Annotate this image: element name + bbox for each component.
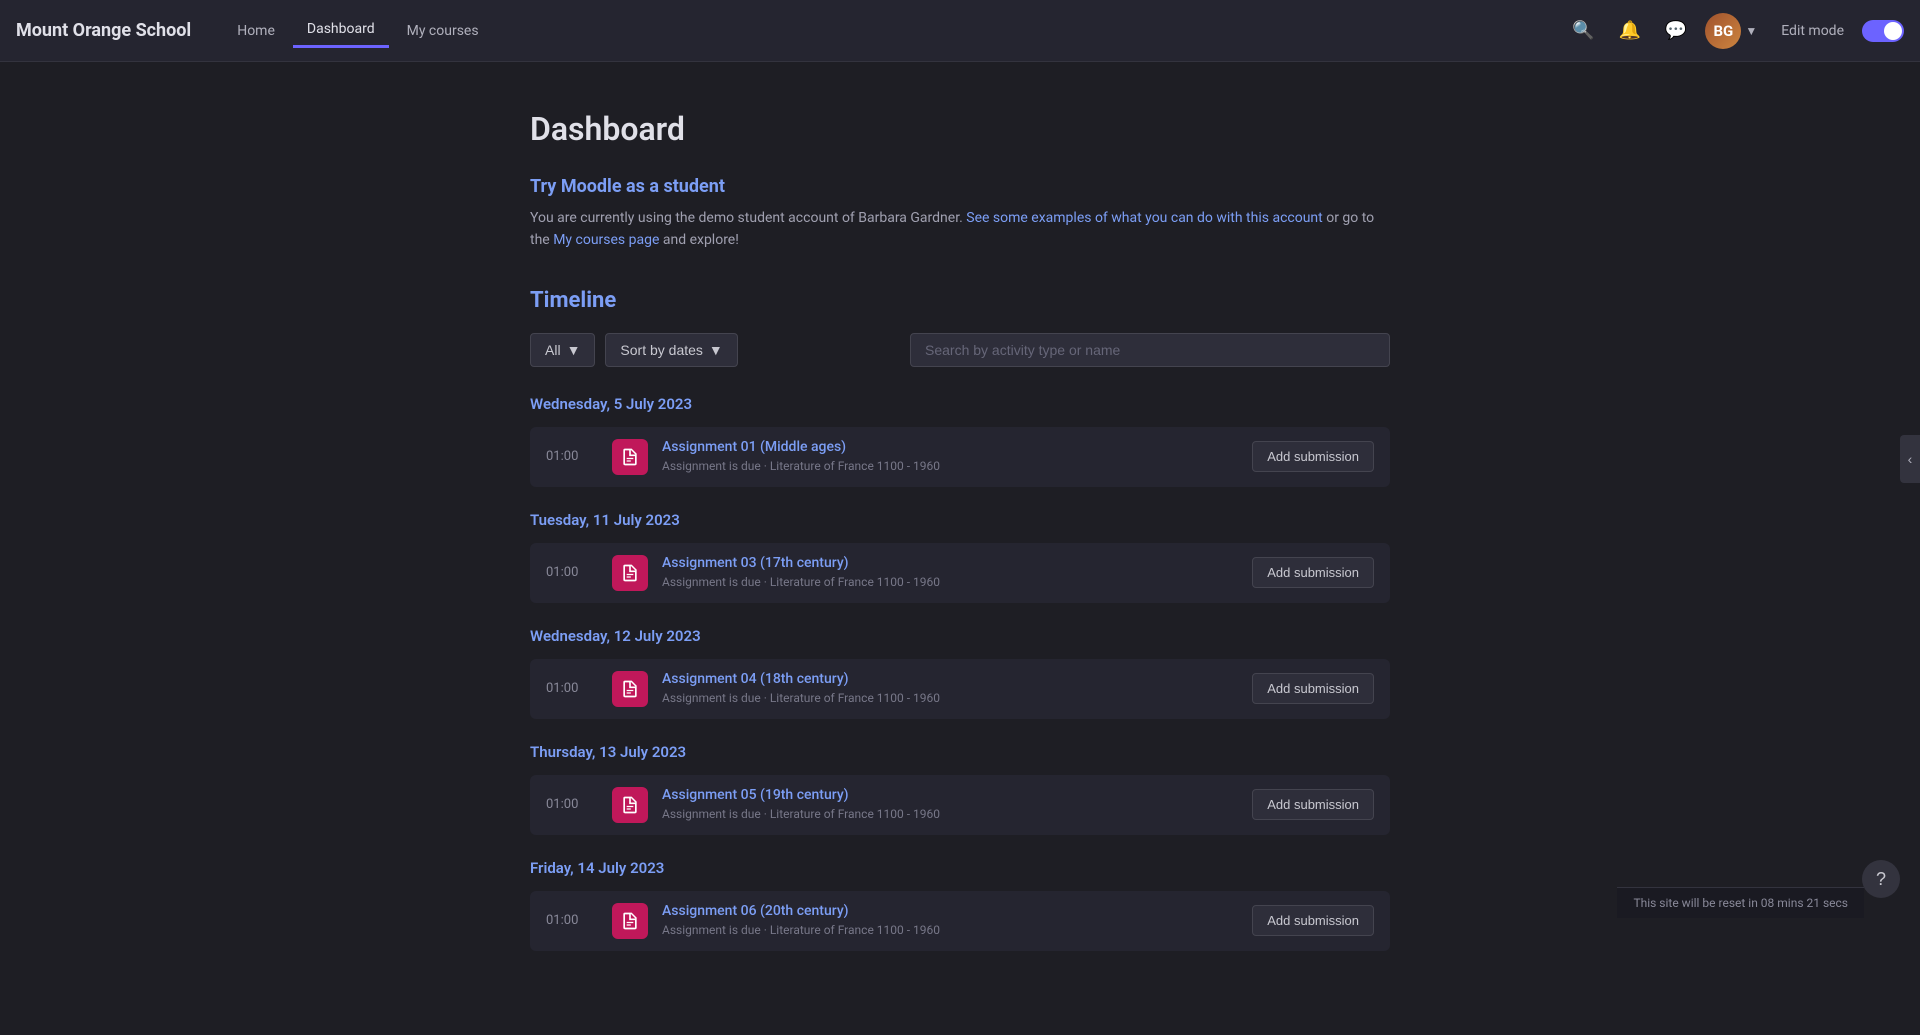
date-group-tue-11-july: Tuesday, 11 July 2023 01:00 Assignment 0… xyxy=(530,511,1390,603)
assignment-meta: Assignment is due · Literature of France… xyxy=(662,575,940,589)
try-moodle-text: You are currently using the demo student… xyxy=(530,207,1390,252)
assignment-name[interactable]: Assignment 05 (19th century) xyxy=(662,787,1236,803)
date-label-thu-13-july: Thursday, 13 July 2023 xyxy=(530,743,1390,765)
add-submission-button[interactable]: Add submission xyxy=(1252,441,1374,472)
reset-notice: This site will be reset in 08 mins 21 se… xyxy=(1617,887,1864,918)
add-submission-button[interactable]: Add submission xyxy=(1252,905,1374,936)
date-label-wed-12-july: Wednesday, 12 July 2023 xyxy=(530,627,1390,649)
sort-by-dates-label: Sort by dates xyxy=(620,342,703,358)
all-filter-label: All xyxy=(545,342,561,358)
table-row: 01:00 Assignment 04 (18th century) Assig… xyxy=(530,659,1390,719)
sort-by-dates-dropdown[interactable]: Sort by dates ▼ xyxy=(605,333,737,367)
add-submission-button[interactable]: Add submission xyxy=(1252,673,1374,704)
time-label: 01:00 xyxy=(546,913,598,928)
date-label-tue-11-july: Tuesday, 11 July 2023 xyxy=(530,511,1390,533)
avatar: BG xyxy=(1705,13,1741,49)
assignment-name[interactable]: Assignment 03 (17th century) xyxy=(662,555,1236,571)
date-label-fri-14-july: Friday, 14 July 2023 xyxy=(530,859,1390,881)
try-moodle-section: Try Moodle as a student You are currentl… xyxy=(530,176,1390,252)
sidebar-toggle-button[interactable]: ‹ xyxy=(1900,435,1920,483)
navbar-actions: 🔍 🔔 💬 BG ▼ Edit mode xyxy=(1566,13,1904,49)
timeline-heading: Timeline xyxy=(530,288,1390,313)
avatar-chevron-icon: ▼ xyxy=(1745,24,1757,38)
assignment-name[interactable]: Assignment 01 (Middle ages) xyxy=(662,439,1236,455)
main-content: Dashboard Try Moodle as a student You ar… xyxy=(510,62,1410,1035)
see-examples-link[interactable]: See some examples of what you can do wit… xyxy=(966,210,1322,226)
try-moodle-heading: Try Moodle as a student xyxy=(530,176,1390,197)
date-label-wed-5-july: Wednesday, 5 July 2023 xyxy=(530,395,1390,417)
avatar-dropdown[interactable]: BG ▼ xyxy=(1705,13,1757,49)
assignment-meta: Assignment is due · Literature of France… xyxy=(662,923,940,937)
reset-notice-text: This site will be reset in 08 mins 21 se… xyxy=(1633,896,1848,910)
date-group-wed-5-july: Wednesday, 5 July 2023 01:00 Assignment … xyxy=(530,395,1390,487)
assignment-name[interactable]: Assignment 04 (18th century) xyxy=(662,671,1236,687)
page-title: Dashboard xyxy=(530,110,1390,148)
time-label: 01:00 xyxy=(546,565,598,580)
nav-home[interactable]: Home xyxy=(223,15,289,47)
edit-mode-toggle[interactable] xyxy=(1862,20,1904,42)
my-courses-link[interactable]: My courses page xyxy=(553,232,659,248)
table-row: 01:00 Assignment 05 (19th century) Assig… xyxy=(530,775,1390,835)
assignment-icon xyxy=(612,787,648,823)
all-filter-dropdown[interactable]: All ▼ xyxy=(530,333,595,367)
table-row: 01:00 Assignment 06 (20th century) Assig… xyxy=(530,891,1390,951)
assignment-info: Assignment 04 (18th century) Assignment … xyxy=(662,671,1236,706)
nav-my-courses[interactable]: My courses xyxy=(393,15,493,47)
table-row: 01:00 Assignment 03 (17th century) Assig… xyxy=(530,543,1390,603)
date-group-thu-13-july: Thursday, 13 July 2023 01:00 Assignment … xyxy=(530,743,1390,835)
messages-button[interactable]: 💬 xyxy=(1659,16,1693,45)
assignment-info: Assignment 01 (Middle ages) Assignment i… xyxy=(662,439,1236,474)
all-filter-chevron-icon: ▼ xyxy=(567,342,581,358)
assignment-icon xyxy=(612,439,648,475)
assignment-info: Assignment 05 (19th century) Assignment … xyxy=(662,787,1236,822)
timeline-controls: All ▼ Sort by dates ▼ xyxy=(530,333,1390,367)
add-submission-button[interactable]: Add submission xyxy=(1252,557,1374,588)
assignment-meta: Assignment is due · Literature of France… xyxy=(662,691,940,705)
date-group-fri-14-july: Friday, 14 July 2023 01:00 Assignment 06… xyxy=(530,859,1390,951)
add-submission-button[interactable]: Add submission xyxy=(1252,789,1374,820)
notifications-button[interactable]: 🔔 xyxy=(1613,16,1647,45)
search-input[interactable] xyxy=(910,333,1390,367)
table-row: 01:00 Assignment 01 (Middle ages) Assign… xyxy=(530,427,1390,487)
assignment-name[interactable]: Assignment 06 (20th century) xyxy=(662,903,1236,919)
sort-by-dates-chevron-icon: ▼ xyxy=(709,342,723,358)
assignment-info: Assignment 03 (17th century) Assignment … xyxy=(662,555,1236,590)
assignment-meta: Assignment is due · Literature of France… xyxy=(662,807,940,821)
help-button[interactable]: ? xyxy=(1862,860,1900,898)
time-label: 01:00 xyxy=(546,449,598,464)
nav-dashboard[interactable]: Dashboard xyxy=(293,13,389,48)
navbar: Mount Orange School Home Dashboard My co… xyxy=(0,0,1920,62)
assignment-icon xyxy=(612,903,648,939)
search-button[interactable]: 🔍 xyxy=(1566,16,1600,45)
edit-mode-label: Edit mode xyxy=(1781,23,1844,39)
brand-name: Mount Orange School xyxy=(16,20,191,41)
time-label: 01:00 xyxy=(546,681,598,696)
assignment-meta: Assignment is due · Literature of France… xyxy=(662,459,940,473)
nav-links: Home Dashboard My courses xyxy=(223,13,1566,48)
assignment-icon xyxy=(612,555,648,591)
timeline-section: Timeline All ▼ Sort by dates ▼ Wednesday… xyxy=(530,288,1390,951)
time-label: 01:00 xyxy=(546,797,598,812)
assignment-icon xyxy=(612,671,648,707)
toggle-slider xyxy=(1862,20,1904,42)
assignment-info: Assignment 06 (20th century) Assignment … xyxy=(662,903,1236,938)
date-group-wed-12-july: Wednesday, 12 July 2023 01:00 Assignment… xyxy=(530,627,1390,719)
